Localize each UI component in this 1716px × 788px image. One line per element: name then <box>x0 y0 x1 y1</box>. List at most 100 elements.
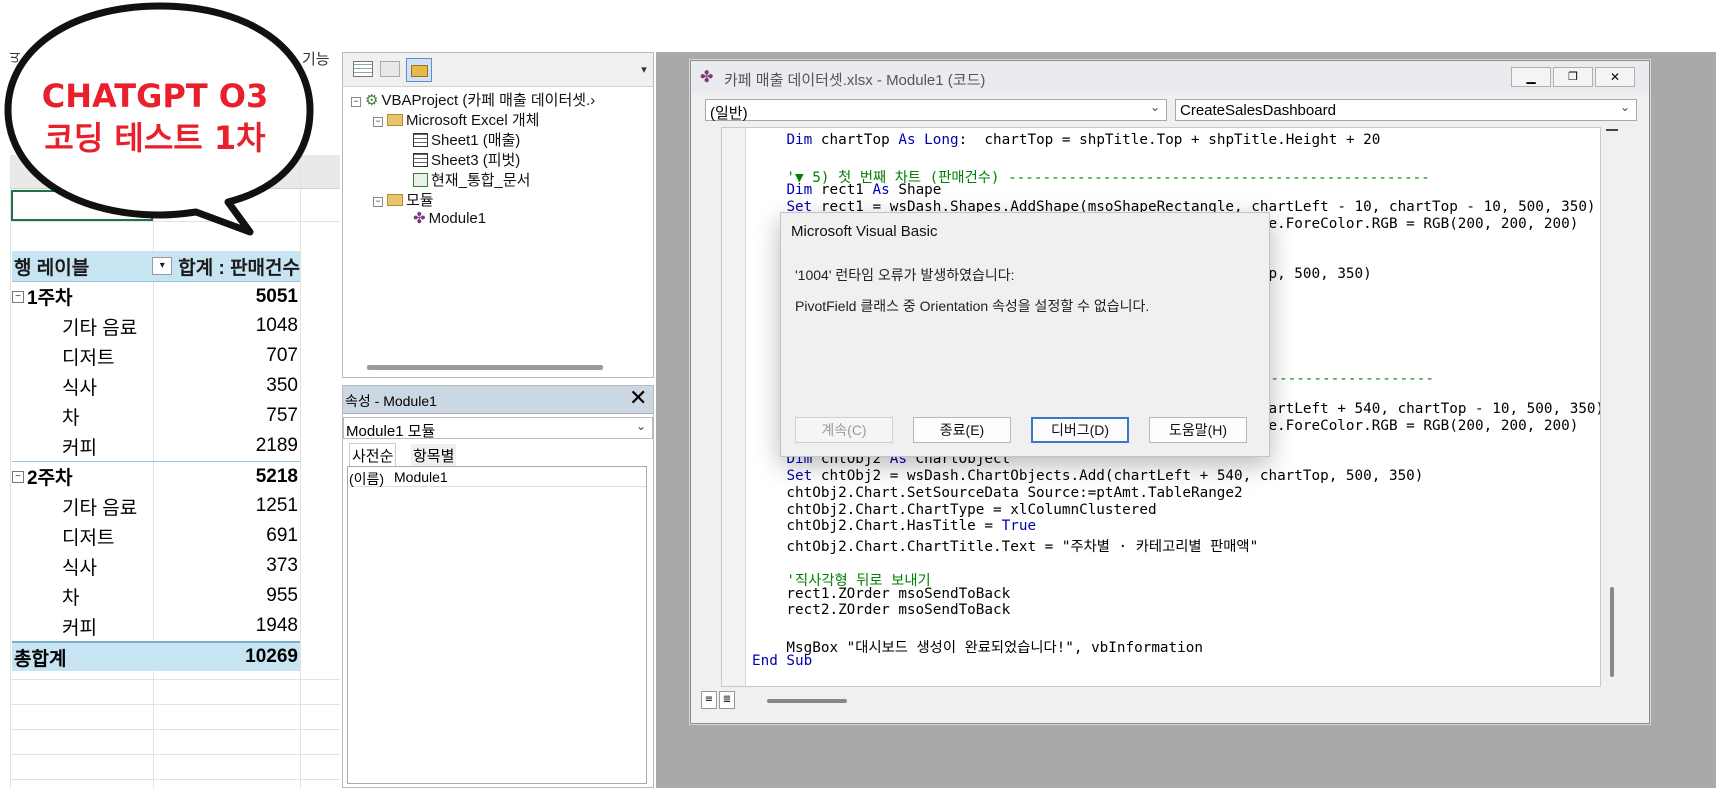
item-label: 디저트 <box>62 527 115 549</box>
group-total: 5051 <box>255 285 298 307</box>
collapse-icon[interactable]: − <box>12 470 24 483</box>
pivot-row-label: 행 레이블 <box>14 257 90 279</box>
tree-project[interactable]: − ⚙ VBAProject (카페 매출 데이터셋.› <box>351 89 595 110</box>
pivot-item-row[interactable]: 기타 음료 1251 <box>12 491 300 521</box>
group-total: 5218 <box>255 465 298 487</box>
tree-excel-objects[interactable]: − Microsoft Excel 개체 <box>373 109 539 130</box>
pivot-item-row[interactable]: 커피 2189 <box>12 431 300 461</box>
vba-project-icon: ⚙ <box>365 92 379 109</box>
item-value: 955 <box>266 585 298 606</box>
item-label: 차 <box>62 587 80 609</box>
code-line[interactable]: Dim chartTop As Long: chartTop = shpTitl… <box>752 132 1380 148</box>
item-label: 차 <box>62 407 80 429</box>
pivot-item-row[interactable]: 디저트 691 <box>12 521 300 551</box>
code-line[interactable]: Set chtObj2 = wsDash.ChartObjects.Add(ch… <box>752 468 1423 484</box>
pivot-item-row[interactable]: 식사 373 <box>12 551 300 581</box>
folder-icon <box>387 114 403 126</box>
pivot-item-row[interactable]: 차 955 <box>12 581 300 611</box>
close-icon[interactable]: ✕ <box>629 387 647 411</box>
filter-dropdown-icon[interactable]: ▾ <box>152 257 173 275</box>
pivot-item-row[interactable]: 차 757 <box>12 401 300 431</box>
props-grid: (이름) Module1 <box>347 466 647 784</box>
end-button[interactable]: 종료(E) <box>913 417 1011 443</box>
code-line[interactable]: chtObj2.Chart.ChartTitle.Text = "주차별 · 카… <box>752 535 1258 556</box>
code-window-title: 카페 매출 데이터셋.xlsx - Module1 (코드) <box>724 72 986 89</box>
item-value: 1048 <box>255 315 298 336</box>
tab-alphabetic[interactable]: 사전순 <box>349 443 397 467</box>
properties-window: 속성 - Module1 ✕ Module1 모듈 ⌄ 사전순 항목별 (이름)… <box>342 385 654 788</box>
pe-scroll-arrow-icon[interactable]: ▾ <box>637 57 651 83</box>
item-label: 기타 음료 <box>62 317 138 339</box>
prop-row-name[interactable]: (이름) Module1 <box>348 467 646 487</box>
tree-thisworkbook[interactable]: 현재_통합_문서 <box>413 169 531 190</box>
dialog-error-line: '1004' 런타임 오류가 발생하였습니다: <box>795 267 1015 283</box>
restore-icon[interactable]: ❐ <box>1553 67 1593 87</box>
props-title: 속성 - Module1 <box>345 393 437 409</box>
pivot-header-row: 행 레이블 ▾ 합계 : 판매건수 <box>12 251 300 281</box>
pivot-group-row[interactable]: −1주차 5051 <box>12 281 300 311</box>
debug-button[interactable]: 디버그(D) <box>1031 417 1129 443</box>
group-label: 2주차 <box>27 468 73 489</box>
full-module-view-button[interactable]: ≣ <box>719 691 735 709</box>
code-line[interactable]: Dim rect1 As Shape <box>752 182 941 198</box>
chevron-down-icon: ⌄ <box>1149 100 1160 114</box>
procedure-view-button[interactable]: ≡ <box>701 691 717 709</box>
error-dialog: Microsoft Visual Basic '1004' 런타임 오류가 발생… <box>780 212 1270 457</box>
procedure-dropdown[interactable]: CreateSalesDashboard ⌄ <box>1175 99 1637 121</box>
pe-hscrollbar[interactable] <box>367 365 603 370</box>
pivot-group-row[interactable]: −2주차 5218 <box>12 461 300 491</box>
bubble-line-2: 코딩 테스트 1차 <box>44 119 266 157</box>
code-line[interactable]: MsgBox "대시보드 생성이 완료되었습니다!", vbInformatio… <box>752 636 1203 657</box>
workbook-icon <box>413 173 428 187</box>
collapse-icon[interactable]: − <box>12 290 24 303</box>
item-value: 2189 <box>255 435 298 456</box>
tab-categorized[interactable]: 항목별 <box>411 444 457 467</box>
toggle-folders-icon[interactable] <box>406 58 432 82</box>
minimize-icon[interactable]: ▁ <box>1511 67 1551 87</box>
chevron-down-icon: ⌄ <box>1619 100 1630 114</box>
dialog-title: Microsoft Visual Basic <box>791 223 938 240</box>
object-dropdown[interactable]: (일반) ⌄ <box>705 99 1167 122</box>
tree-sheet3[interactable]: Sheet3 (피벗) <box>413 149 520 170</box>
code-line[interactable]: rect1.ZOrder msoSendToBack <box>752 586 1010 602</box>
dialog-message: PivotField 클래스 중 Orientation 속성을 설정할 수 없… <box>795 298 1150 314</box>
view-object-icon[interactable] <box>380 61 400 77</box>
help-button[interactable]: 도움말(H) <box>1149 417 1247 443</box>
close-icon[interactable]: ✕ <box>1595 67 1635 87</box>
sheet-icon <box>413 153 428 167</box>
code-line[interactable]: chtObj2.Chart.SetSourceData Source:=ptAm… <box>752 485 1242 501</box>
continue-button[interactable]: 계속(C) <box>795 417 893 443</box>
scroll-thumb[interactable] <box>1610 587 1614 677</box>
view-code-icon[interactable] <box>353 61 373 77</box>
item-value: 373 <box>266 555 298 576</box>
code-line[interactable]: rect2.ZOrder msoSendToBack <box>752 602 1010 618</box>
pivot-item-row[interactable]: 기타 음료 1048 <box>12 311 300 341</box>
chevron-down-icon: ⌄ <box>635 419 646 433</box>
object-select[interactable]: Module1 모듈 ⌄ <box>343 417 653 440</box>
tree-module1[interactable]: ✤ Module1 <box>413 209 486 227</box>
pivot-sum-label: 합계 : 판매건수 <box>178 257 300 279</box>
code-line[interactable]: End Sub <box>752 653 812 669</box>
item-value: 1251 <box>255 495 298 516</box>
code-vscrollbar[interactable] <box>1603 127 1621 687</box>
item-label: 디저트 <box>62 347 115 369</box>
item-label: 기타 음료 <box>62 497 138 519</box>
tree-sheet1[interactable]: Sheet1 (매출) <box>413 129 520 150</box>
margin-indicator-bar <box>722 128 746 686</box>
pivot-item-row[interactable]: 커피 1948 <box>12 611 300 641</box>
code-line[interactable]: chtObj2.Chart.HasTitle = True <box>752 518 1036 534</box>
item-label: 식사 <box>62 557 97 579</box>
item-label: 커피 <box>62 437 97 459</box>
module-icon: ✤ <box>413 210 426 227</box>
sheet-icon <box>413 133 428 147</box>
item-value: 350 <box>266 375 298 396</box>
pivot-item-row[interactable]: 디저트 707 <box>12 341 300 371</box>
code-hscrollbar[interactable] <box>767 699 847 703</box>
code-line[interactable]: chtObj2.Chart.ChartType = xlColumnCluste… <box>752 502 1156 518</box>
tree-modules[interactable]: − 모듈 <box>373 189 434 210</box>
project-explorer: ▾ − ⚙ VBAProject (카페 매출 데이터셋.› − Microsoft … <box>342 52 654 378</box>
bubble-line-1: CHATGPT O3 <box>41 77 269 115</box>
item-value: 757 <box>266 405 298 426</box>
pivot-item-row[interactable]: 식사 350 <box>12 371 300 401</box>
pe-toolbar: ▾ <box>343 53 653 87</box>
